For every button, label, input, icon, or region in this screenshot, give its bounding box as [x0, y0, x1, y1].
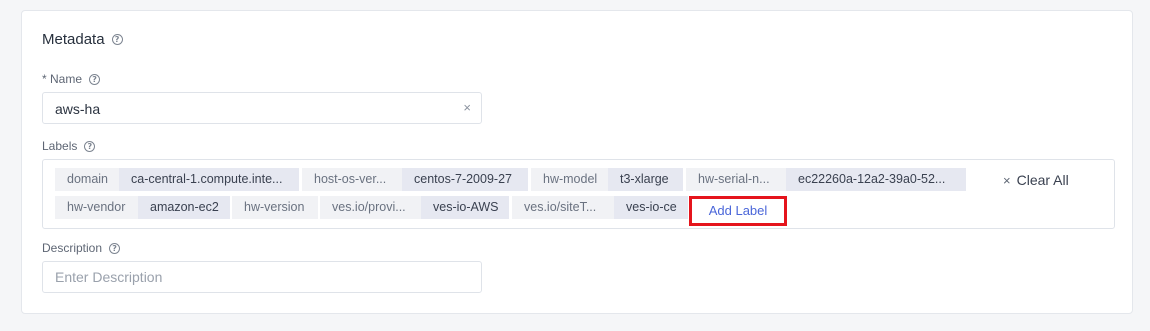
help-icon[interactable]: ?	[89, 73, 101, 85]
section-title-text: Metadata	[42, 31, 105, 48]
clear-all-label: Clear All	[1016, 172, 1069, 188]
section-title: Metadata ?	[42, 31, 123, 48]
help-icon[interactable]: ?	[109, 242, 121, 254]
add-label-button[interactable]: Add Label	[689, 196, 787, 226]
labels-box[interactable]: domain ca-central-1.compute.inte... host…	[42, 159, 1115, 229]
label-key[interactable]: domain	[55, 168, 119, 191]
name-input-value[interactable]: aws-ha	[55, 101, 100, 117]
labels-label: Labels ?	[42, 139, 96, 153]
label-key[interactable]: hw-serial-n...	[686, 168, 786, 191]
description-field[interactable]	[42, 261, 482, 293]
help-icon[interactable]: ?	[111, 34, 123, 45]
label-value[interactable]: centos-7-2009-27	[402, 168, 528, 191]
label-key[interactable]: host-os-ver...	[302, 168, 402, 191]
label-key[interactable]: hw-model	[531, 168, 608, 191]
label-value[interactable]: t3-xlarge	[608, 168, 683, 191]
clear-all-button[interactable]: × Clear All	[1003, 172, 1069, 188]
metadata-card: Metadata ? * Name ? aws-ha × Labels ? do…	[21, 10, 1133, 314]
name-label-text: * Name	[42, 72, 83, 86]
clear-name-icon[interactable]: ×	[463, 100, 471, 115]
label-value[interactable]: ves-io-ce	[614, 196, 688, 219]
label-value[interactable]: ves-io-AWS	[421, 196, 509, 219]
help-icon[interactable]: ?	[84, 140, 96, 152]
name-label: * Name ?	[42, 72, 101, 86]
label-value[interactable]: ec22260a-12a2-39a0-52...	[786, 168, 966, 191]
label-value[interactable]: ca-central-1.compute.inte...	[119, 168, 299, 191]
label-value[interactable]: amazon-ec2	[138, 196, 230, 219]
label-key[interactable]: hw-version	[232, 196, 318, 219]
label-key[interactable]: hw-vendor	[55, 196, 138, 219]
label-key[interactable]: ves.io/provi...	[320, 196, 421, 219]
close-icon: ×	[1003, 172, 1011, 188]
labels-label-text: Labels	[42, 139, 78, 153]
name-input[interactable]: aws-ha ×	[42, 92, 482, 124]
label-key[interactable]: ves.io/siteT...	[512, 196, 614, 219]
description-label-text: Description	[42, 241, 103, 255]
description-label: Description ?	[42, 241, 121, 255]
description-input[interactable]	[43, 262, 481, 292]
